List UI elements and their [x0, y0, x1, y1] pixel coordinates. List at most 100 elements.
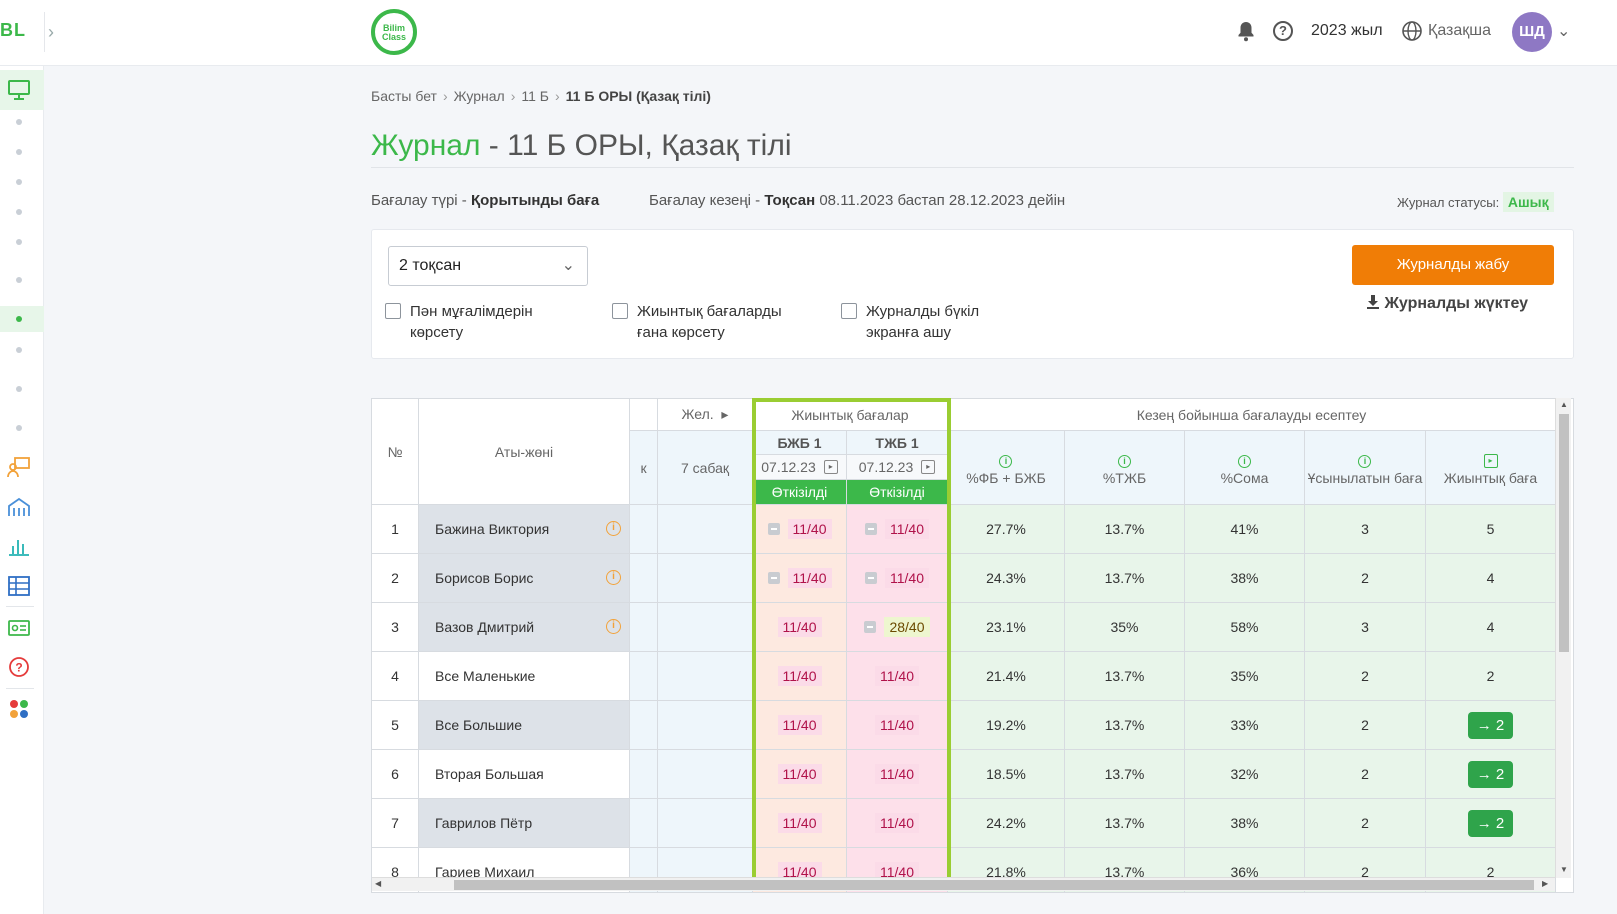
grade-value[interactable]: 11/40	[787, 519, 832, 539]
breadcrumb-class[interactable]: 11 Б	[521, 88, 549, 104]
grade-value[interactable]: 11/40	[875, 715, 919, 735]
grade-cell-bzhb[interactable]: 11/40	[753, 652, 847, 701]
info-icon[interactable]: i	[1358, 454, 1372, 468]
warning-icon[interactable]: i	[606, 521, 621, 536]
globe-icon[interactable]	[1401, 20, 1423, 47]
grade-value[interactable]: 11/40	[787, 568, 832, 588]
grade-value[interactable]: 11/40	[875, 764, 919, 784]
table-grid-icon[interactable]	[6, 573, 32, 599]
calendar-icon[interactable]: ▸	[1483, 454, 1498, 468]
scroll-up-icon[interactable]: ▲	[1560, 400, 1568, 409]
student-name[interactable]: Все Маленькие	[419, 652, 630, 701]
info-icon[interactable]: i	[1237, 454, 1251, 468]
scroll-right-icon[interactable]: ▶	[1542, 879, 1548, 888]
chevron-down-icon[interactable]: ⌄	[1557, 21, 1570, 41]
help-icon[interactable]: ?	[1273, 21, 1293, 41]
comment-icon[interactable]	[767, 572, 780, 584]
sidebar-expand-icon[interactable]: ›	[44, 12, 68, 52]
grade-cell-bzhb[interactable]: 11/40	[753, 505, 847, 554]
vertical-scrollbar[interactable]: ▲ ▼	[1555, 398, 1571, 878]
info-icon[interactable]: i	[999, 454, 1013, 468]
sidebar-subitem[interactable]	[16, 425, 22, 431]
apps-dots-icon[interactable]	[6, 696, 32, 722]
header-extra[interactable]: Жел. ▸	[658, 399, 753, 431]
grade-value[interactable]: 11/40	[885, 519, 929, 539]
breadcrumb-home[interactable]: Басты бет	[371, 88, 437, 104]
header-name[interactable]: Аты-жөні	[419, 399, 630, 505]
grade-cell-bzhb[interactable]: 11/40	[753, 701, 847, 750]
grade-cell-tzhb[interactable]: 11/40	[847, 505, 948, 554]
bar-chart-icon[interactable]	[6, 533, 32, 559]
grade-cell-tzhb[interactable]: 11/40	[847, 799, 948, 848]
grade-cell-bzhb[interactable]: 11/40	[753, 799, 847, 848]
sidebar-subitem[interactable]	[16, 179, 22, 185]
comment-icon[interactable]	[864, 621, 877, 633]
grade-cell-bzhb[interactable]: 11/40	[753, 554, 847, 603]
student-name[interactable]: Вторая Большая	[419, 750, 630, 799]
calendar-icon[interactable]: ▸	[823, 460, 838, 474]
grade-value[interactable]: 11/40	[777, 764, 822, 784]
sidebar-subitem[interactable]	[16, 386, 22, 392]
grade-value[interactable]: 11/40	[885, 568, 929, 588]
sidebar-subitem[interactable]	[16, 209, 22, 215]
breadcrumb-journal[interactable]: Журнал	[454, 88, 505, 104]
close-journal-button[interactable]: Журналды жабу	[1352, 245, 1554, 285]
final-grade[interactable]: → 2	[1426, 750, 1556, 799]
scroll-thumb[interactable]	[454, 880, 1534, 890]
grade-cell-lesson[interactable]	[658, 505, 753, 554]
year-selector[interactable]: 2023 жыл	[1311, 22, 1383, 40]
checkbox-box[interactable]	[612, 303, 628, 319]
grade-cell-bzhb[interactable]: 11/40	[753, 750, 847, 799]
grade-value[interactable]: 28/40	[884, 617, 930, 637]
comment-icon[interactable]	[865, 523, 877, 535]
grade-cell-k[interactable]	[630, 505, 658, 554]
sidebar-subitem[interactable]	[16, 239, 22, 245]
student-name[interactable]: Бажина Виктория i	[419, 505, 630, 554]
grade-cell-k[interactable]	[630, 799, 658, 848]
grade-cell-tzhb[interactable]: 11/40	[847, 701, 948, 750]
final-grade[interactable]: → 2	[1426, 799, 1556, 848]
checkbox-box[interactable]	[385, 303, 401, 319]
grade-cell-lesson[interactable]	[658, 652, 753, 701]
warning-icon[interactable]: i	[606, 619, 621, 634]
scroll-thumb[interactable]	[1559, 414, 1569, 652]
quarter-select[interactable]: 2 тоқсан ⌄	[388, 246, 588, 286]
grade-cell-k[interactable]	[630, 750, 658, 799]
final-grade[interactable]: → 2	[1426, 701, 1556, 750]
sidebar-subitem-active[interactable]	[16, 316, 22, 322]
horizontal-scrollbar[interactable]: ◀ ▶	[372, 877, 1555, 891]
grade-cell-tzhb[interactable]: 11/40	[847, 554, 948, 603]
bilimclass-logo[interactable]: Bilim Class	[371, 9, 417, 55]
grade-cell-bzhb[interactable]: 11/40	[753, 603, 847, 652]
student-name[interactable]: Борисов Борис i	[419, 554, 630, 603]
grade-cell-lesson[interactable]	[658, 603, 753, 652]
grade-cell-tzhb[interactable]: 11/40	[847, 652, 948, 701]
comment-icon[interactable]	[767, 523, 780, 535]
apply-grade-button[interactable]: → 2	[1467, 809, 1514, 837]
download-journal-button[interactable]: Журналды жүктеу	[1366, 294, 1528, 313]
warning-icon[interactable]: i	[606, 570, 621, 585]
comment-icon[interactable]	[865, 572, 877, 584]
grade-value[interactable]: 11/40	[777, 813, 822, 833]
student-name[interactable]: Гаврилов Пётр	[419, 799, 630, 848]
grade-value[interactable]: 11/40	[875, 666, 919, 686]
info-icon[interactable]: i	[1118, 454, 1131, 468]
language-selector[interactable]: Қазақша	[1428, 22, 1491, 40]
grade-cell-lesson[interactable]	[658, 750, 753, 799]
sidebar-subitem[interactable]	[16, 277, 22, 283]
apply-grade-button[interactable]: → 2	[1467, 711, 1514, 739]
grade-value[interactable]: 11/40	[777, 666, 822, 686]
student-name[interactable]: Все Большие	[419, 701, 630, 750]
id-card-icon[interactable]	[6, 615, 32, 641]
grade-cell-lesson[interactable]	[658, 554, 753, 603]
grade-cell-k[interactable]	[630, 603, 658, 652]
avatar[interactable]: ШД	[1512, 12, 1552, 52]
grade-value[interactable]: 11/40	[875, 813, 919, 833]
grade-cell-k[interactable]	[630, 554, 658, 603]
grade-cell-tzhb[interactable]: 11/40	[847, 750, 948, 799]
scroll-left-icon[interactable]: ◀	[375, 879, 381, 888]
brand-mark[interactable]: BL	[0, 20, 26, 41]
help-circle-icon[interactable]: ?	[6, 654, 32, 680]
monitor-icon[interactable]	[6, 77, 32, 103]
sidebar-subitem[interactable]	[16, 119, 22, 125]
